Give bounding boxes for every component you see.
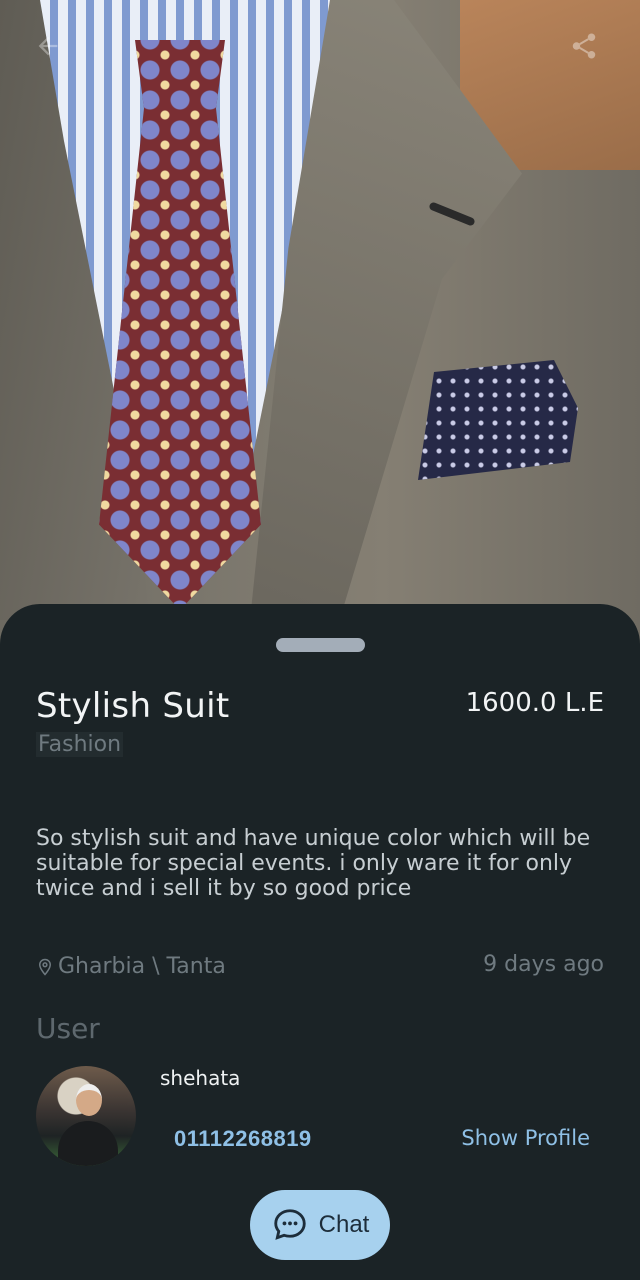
listing-description: So stylish suit and have unique color wh… (36, 826, 591, 901)
share-icon (572, 33, 596, 59)
back-arrow-icon (38, 36, 58, 56)
details-sheet: Stylish Suit 1600.0 L.E Fashion So styli… (0, 604, 640, 1280)
user-section-heading: User (36, 1012, 100, 1045)
chat-bubble-icon (273, 1209, 306, 1240)
listing-location: Gharbia \ Tanta (36, 954, 226, 979)
avatar[interactable] (36, 1066, 136, 1166)
chat-button-label: Chat (318, 1211, 370, 1238)
product-image (0, 0, 640, 660)
listing-price: 1600.0 L.E (465, 688, 604, 718)
posted-time: 9 days ago (483, 952, 604, 977)
sheet-handle[interactable] (276, 638, 365, 652)
avatar-body (58, 1121, 118, 1166)
location-text: Gharbia \ Tanta (58, 954, 226, 979)
chat-button[interactable]: Chat (250, 1190, 390, 1260)
share-button[interactable] (564, 26, 604, 66)
avatar-head (76, 1084, 102, 1116)
user-phone[interactable]: 01112268819 (174, 1126, 312, 1152)
show-profile-link[interactable]: Show Profile (461, 1126, 590, 1150)
back-button[interactable] (28, 26, 68, 66)
listing-title: Stylish Suit (36, 686, 230, 726)
listing-category: Fashion (36, 732, 124, 757)
user-name: shehata (160, 1066, 241, 1090)
location-pin-icon (38, 958, 52, 976)
pocket-square (418, 360, 578, 480)
